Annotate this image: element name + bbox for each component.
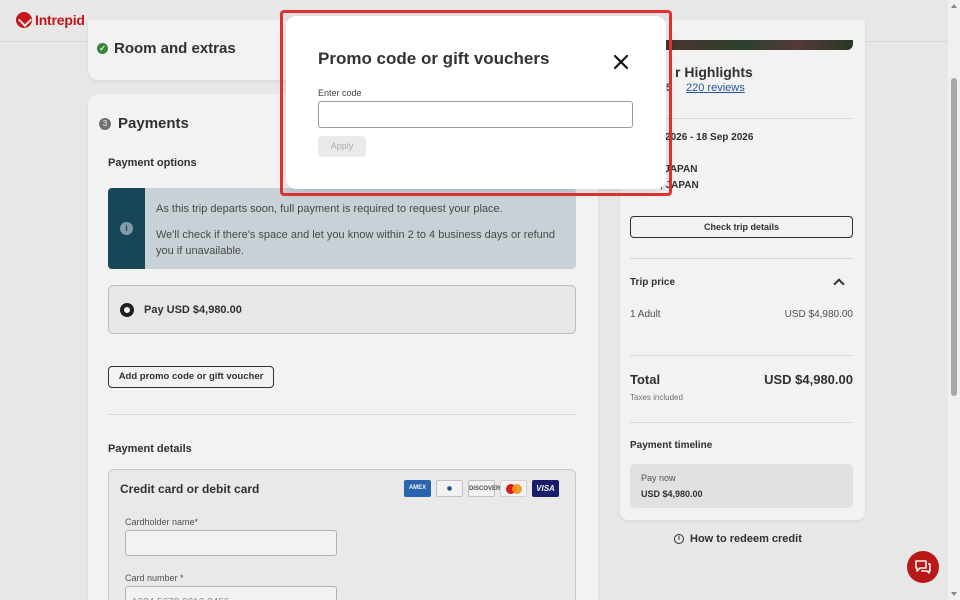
close-icon[interactable]: [613, 54, 629, 70]
modal-title: Promo code or gift vouchers: [318, 49, 550, 68]
scroll-down-icon[interactable]: [951, 592, 957, 596]
promo-code-input[interactable]: [318, 101, 633, 128]
scroll-up-icon[interactable]: [951, 4, 957, 8]
apply-button[interactable]: Apply: [318, 136, 366, 157]
page-scrollbar[interactable]: [948, 0, 960, 600]
enter-code-label: Enter code: [318, 88, 362, 98]
scroll-thumb[interactable]: [951, 78, 957, 396]
promo-code-modal: Promo code or gift vouchers Enter code A…: [286, 16, 666, 189]
